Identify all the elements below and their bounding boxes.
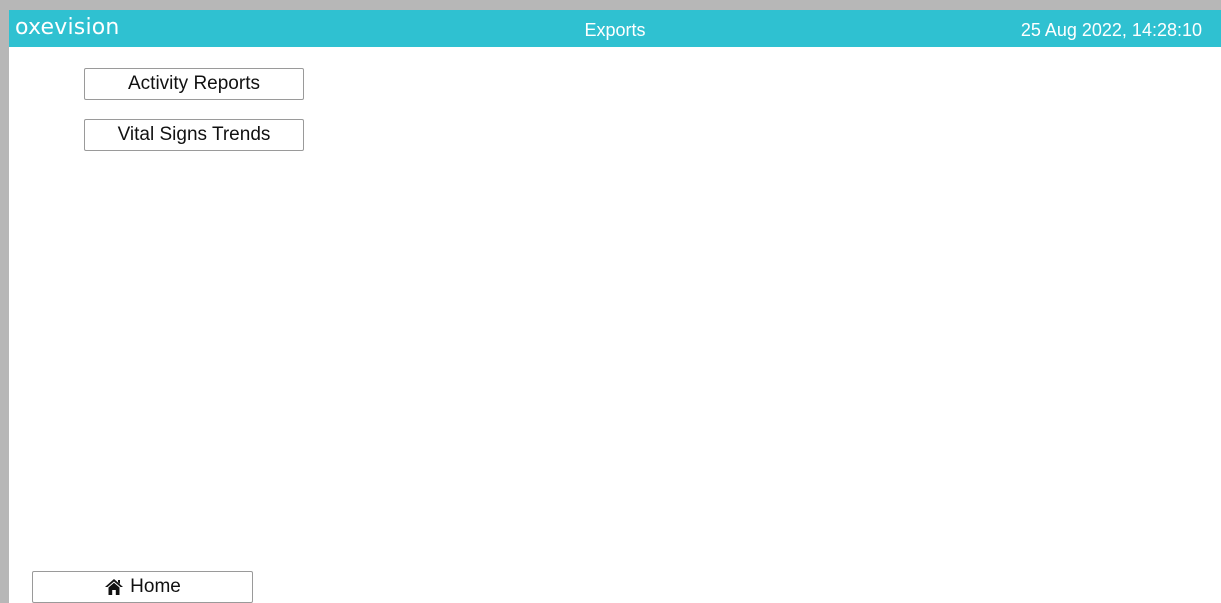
app-window: oxevision Exports 25 Aug 2022, 14:28:10 … <box>9 10 1221 603</box>
activity-reports-button[interactable]: Activity Reports <box>84 68 304 100</box>
header-bar: oxevision Exports 25 Aug 2022, 14:28:10 <box>9 10 1221 47</box>
home-icon <box>104 578 124 596</box>
home-button[interactable]: Home <box>32 571 253 603</box>
vital-signs-trends-label: Vital Signs Trends <box>117 124 271 145</box>
datetime-display: 25 Aug 2022, 14:28:10 <box>1020 20 1202 40</box>
home-label: Home <box>130 576 181 597</box>
activity-reports-label: Activity Reports <box>128 73 260 94</box>
vital-signs-trends-button[interactable]: Vital Signs Trends <box>84 119 304 151</box>
